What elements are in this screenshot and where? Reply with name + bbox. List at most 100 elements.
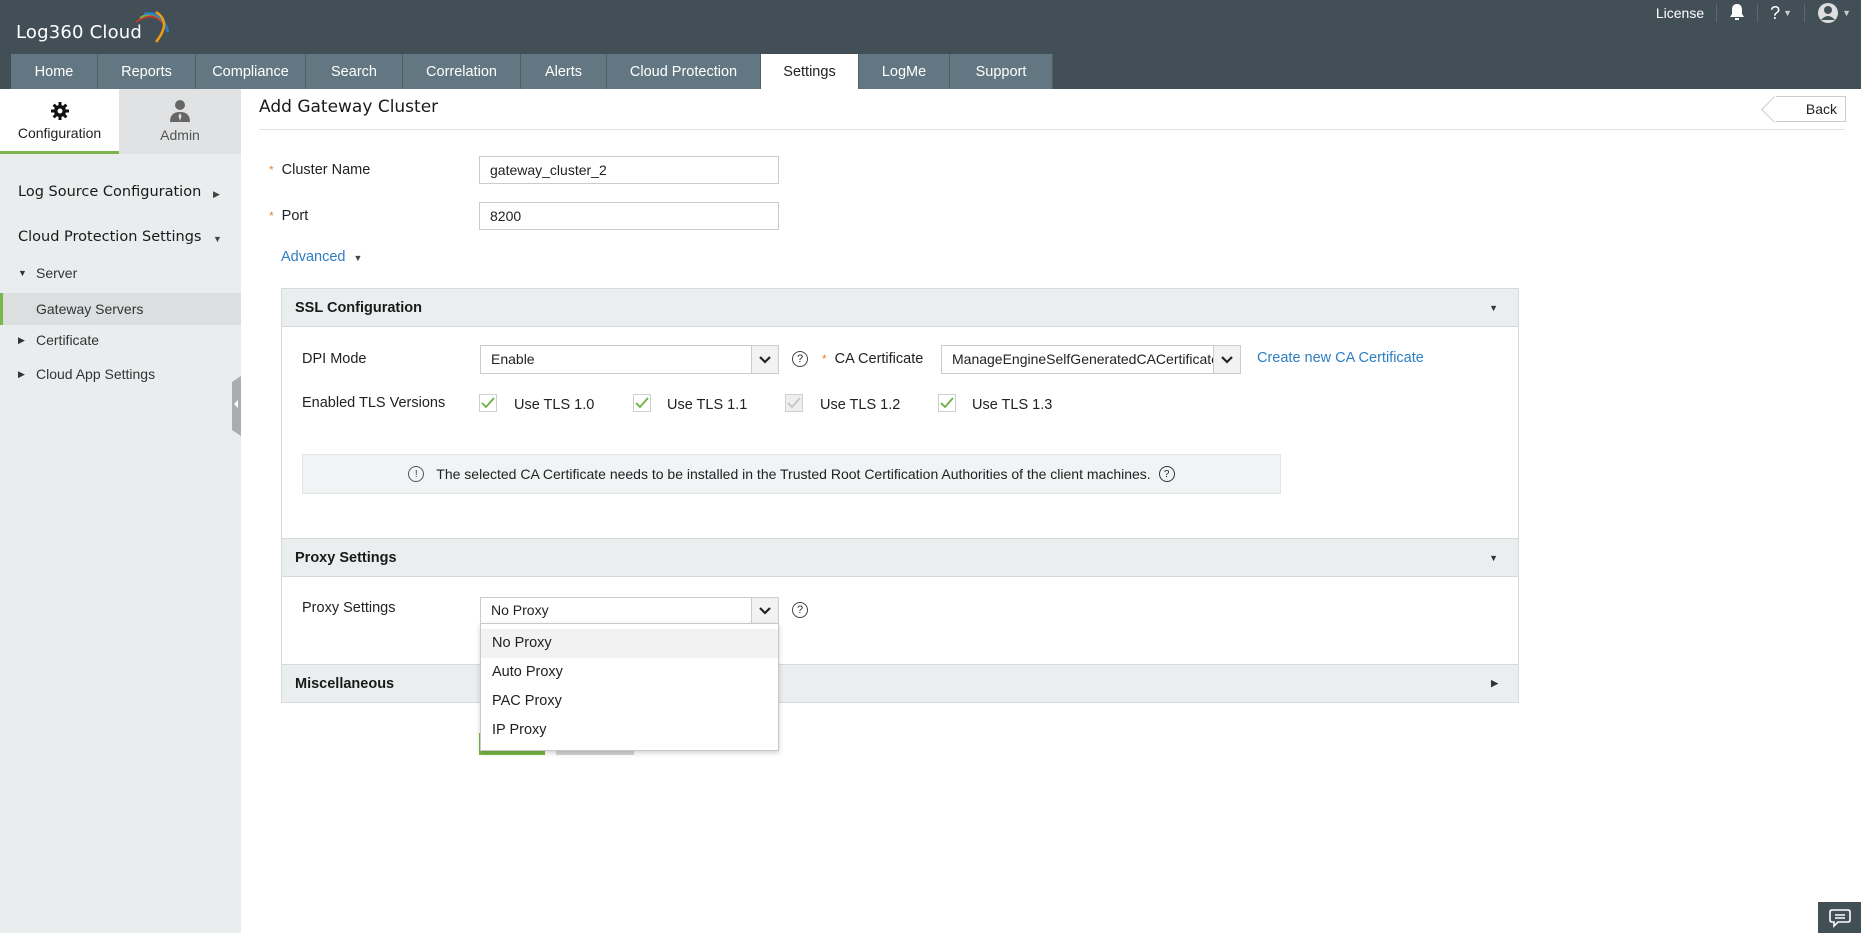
- ssl-configuration-header[interactable]: SSL Configuration ▼: [281, 288, 1519, 327]
- ca-certificate-label: * CA Certificate: [822, 351, 923, 367]
- logo-arc-icon: [135, 10, 170, 43]
- proxy-settings-select[interactable]: No Proxy: [480, 597, 779, 624]
- note-text: The selected CA Certificate needs to be …: [436, 466, 1151, 482]
- title-divider: [259, 129, 1845, 130]
- caret-right-icon: ▶: [1491, 678, 1498, 688]
- nav-tab-correlation[interactable]: Correlation: [403, 54, 521, 89]
- info-exclamation-icon: !: [408, 466, 425, 482]
- sidebar-tab-admin[interactable]: Admin: [119, 89, 241, 154]
- proxy-settings-value: No Proxy: [491, 602, 549, 618]
- sidebar-tab-label: Admin: [160, 126, 200, 143]
- ca-certificate-label-text: CA Certificate: [834, 351, 924, 367]
- caret-down-icon: ▼: [1489, 552, 1498, 563]
- proxy-settings-help-icon[interactable]: ?: [792, 602, 808, 618]
- nav-tab-label: Compliance: [212, 63, 289, 80]
- back-button[interactable]: Back: [1776, 96, 1846, 122]
- sidebar-collapse-handle[interactable]: [232, 376, 241, 436]
- collapse-arrow-icon: [234, 400, 238, 408]
- port-label: * Port: [269, 208, 308, 224]
- chat-icon: [1828, 908, 1851, 928]
- bell-icon[interactable]: [1729, 3, 1745, 24]
- port-label-text: Port: [281, 208, 309, 224]
- nav-tab-compliance[interactable]: Compliance: [196, 54, 306, 89]
- help-icon: ?: [1770, 2, 1781, 23]
- nav-tab-label: Alerts: [544, 63, 583, 80]
- sidebar-item-gateway-servers[interactable]: Gateway Servers: [0, 293, 241, 325]
- create-new-ca-certificate-link[interactable]: Create new CA Certificate: [1257, 350, 1424, 366]
- nav-tab-search[interactable]: Search: [306, 54, 403, 89]
- caret-right-icon: ▶: [18, 368, 25, 379]
- nav-tab-label: LogMe: [881, 63, 927, 80]
- cluster-name-label-text: Cluster Name: [281, 162, 371, 178]
- nav-tab-logme[interactable]: LogMe: [859, 54, 950, 89]
- chevron-down-icon: [751, 346, 778, 373]
- proxy-settings-panel-body: [281, 577, 1519, 665]
- advanced-toggle[interactable]: Advanced ▼: [281, 249, 362, 265]
- note-help-icon[interactable]: ?: [1158, 466, 1175, 482]
- check-icon: [481, 397, 495, 409]
- nav-tab-label: Correlation: [426, 63, 497, 80]
- nav-tab-alerts[interactable]: Alerts: [521, 54, 607, 89]
- caret-right-icon: ▶: [18, 334, 25, 345]
- chevron-down-icon: [1213, 346, 1240, 373]
- user-menu[interactable]: ▼: [1817, 2, 1851, 24]
- divider: [1804, 4, 1806, 22]
- nav-tab-cloud-protection[interactable]: Cloud Protection: [607, 54, 761, 89]
- port-input[interactable]: [479, 202, 779, 230]
- required-star: *: [269, 209, 274, 223]
- nav-tab-settings[interactable]: Settings: [761, 54, 859, 89]
- log360-cloud-logo[interactable]: Log360 Cloud: [16, 10, 170, 43]
- tls-1-2-checkbox[interactable]: [785, 394, 803, 412]
- sidebar-section-cloud-protection-settings[interactable]: Cloud Protection Settings: [18, 229, 201, 245]
- nav-tab-support[interactable]: Support: [950, 54, 1053, 89]
- dpi-mode-select[interactable]: Enable: [480, 345, 779, 374]
- proxy-settings-header[interactable]: Proxy Settings ▼: [281, 538, 1519, 577]
- caret-down-icon: ▼: [1489, 302, 1498, 313]
- advanced-label: Advanced: [281, 249, 346, 265]
- chat-button[interactable]: [1818, 902, 1861, 933]
- tls-1-3-checkbox[interactable]: [938, 394, 956, 412]
- proxy-option-no-proxy[interactable]: No Proxy: [481, 629, 778, 658]
- sidebar-item-server[interactable]: ▼ Server: [0, 259, 241, 287]
- nav-tab-home[interactable]: Home: [11, 54, 98, 89]
- dpi-mode-help-icon[interactable]: ?: [792, 351, 808, 367]
- proxy-option-ip-proxy[interactable]: IP Proxy: [481, 716, 778, 745]
- ca-certificate-info-note: ! The selected CA Certificate needs to b…: [302, 454, 1281, 494]
- miscellaneous-header[interactable]: Miscellaneous ▶: [281, 664, 1519, 703]
- caret-down-icon[interactable]: ▼: [213, 234, 222, 244]
- sidebar-item-label: Cloud App Settings: [36, 366, 156, 382]
- nav-tab-label: Support: [975, 63, 1027, 80]
- tls-1-1-label: Use TLS 1.1: [667, 397, 748, 413]
- sidebar-section-log-source-configuration[interactable]: Log Source Configuration: [18, 184, 201, 200]
- tls-1-0-checkbox[interactable]: [479, 394, 497, 412]
- cluster-name-input[interactable]: [479, 156, 779, 184]
- caret-down-icon: ▼: [18, 268, 27, 278]
- sidebar-tabs: Configuration Admin: [0, 89, 241, 154]
- proxy-option-auto-proxy[interactable]: Auto Proxy: [481, 658, 778, 687]
- help-menu[interactable]: ? ▼: [1770, 3, 1792, 24]
- nav-tab-label: Cloud Protection: [629, 63, 738, 80]
- caret-right-icon[interactable]: ▶: [213, 189, 220, 200]
- admin-user-icon: [169, 99, 191, 123]
- sidebar-item-label: Certificate: [36, 332, 100, 348]
- sidebar-item-label: Gateway Servers: [36, 301, 144, 317]
- proxy-option-pac-proxy[interactable]: PAC Proxy: [481, 687, 778, 716]
- check-icon: [635, 397, 649, 409]
- license-link[interactable]: License: [1656, 5, 1704, 21]
- sidebar-tab-configuration[interactable]: Configuration: [0, 89, 119, 154]
- nav-tab-reports[interactable]: Reports: [98, 54, 196, 89]
- nav-tab-label: Search: [331, 63, 377, 80]
- user-avatar-icon: [1818, 3, 1839, 23]
- required-star: *: [269, 163, 274, 177]
- sidebar-item-cloud-app-settings[interactable]: ▶ Cloud App Settings: [0, 360, 241, 388]
- proxy-settings-dropdown: No Proxy Auto Proxy PAC Proxy IP Proxy: [480, 623, 779, 751]
- dpi-mode-value: Enable: [491, 351, 535, 367]
- back-button-label: Back: [1805, 101, 1837, 117]
- sidebar-item-certificate[interactable]: ▶ Certificate: [0, 326, 241, 354]
- tls-1-1-checkbox[interactable]: [633, 394, 651, 412]
- ca-certificate-select[interactable]: ManageEngineSelfGeneratedCACertificate: [941, 345, 1241, 374]
- proxy-settings-label: Proxy Settings: [302, 600, 396, 616]
- sidebar-tab-label: Configuration: [17, 125, 102, 141]
- nav-tab-label: Reports: [121, 63, 172, 80]
- page-title: Add Gateway Cluster: [259, 97, 439, 117]
